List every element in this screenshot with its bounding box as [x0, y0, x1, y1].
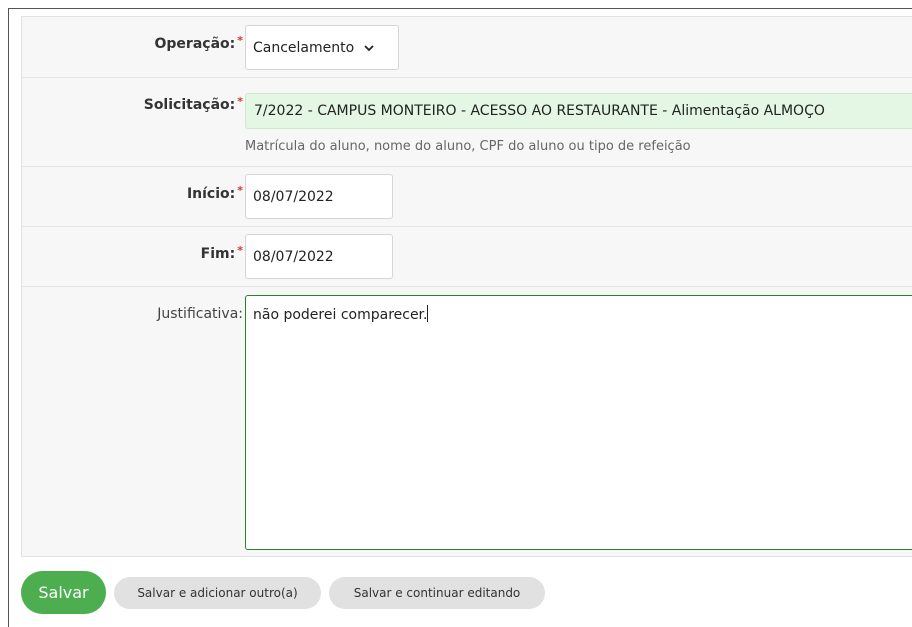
row-operacao: Operação: * Cancelamento [22, 17, 912, 78]
row-solicitacao: Solicitação: * 7/2022 - CAMPUS MONTEIRO -… [22, 78, 912, 167]
justificativa-label: Justificativa: [157, 306, 243, 322]
fim-label: Fim: * [200, 244, 243, 262]
required-mark: * [237, 244, 243, 257]
operacao-value: Cancelamento [253, 39, 355, 56]
fim-value: 08/07/2022 [253, 248, 334, 265]
solicitacao-help-text: Matrícula do aluno, nome do aluno, CPF d… [245, 139, 691, 154]
operacao-label-text: Operação: [154, 36, 236, 52]
fim-label-text: Fim: [200, 246, 236, 262]
solicitacao-value: 7/2022 - CAMPUS MONTEIRO - ACESSO AO RES… [254, 103, 825, 119]
required-mark: * [237, 95, 243, 108]
operacao-select[interactable]: Cancelamento [245, 25, 399, 70]
fim-date-input[interactable]: 08/07/2022 [245, 234, 393, 279]
justificativa-textarea[interactable]: não poderei comparecer. [245, 295, 912, 550]
form-container: Operação: * Cancelamento Solicitação: * 7/… [21, 16, 912, 557]
inicio-value: 08/07/2022 [253, 188, 334, 205]
chevron-down-icon [364, 44, 374, 51]
solicitacao-label: Solicitação: * [143, 95, 243, 113]
required-mark: * [237, 34, 243, 47]
save-button[interactable]: Salvar [21, 571, 106, 614]
operacao-label: Operação: * [154, 34, 244, 52]
solicitacao-autocomplete[interactable]: 7/2022 - CAMPUS MONTEIRO - ACESSO AO RES… [245, 93, 912, 129]
inicio-label: Início: * [186, 184, 243, 202]
inicio-label-text: Início: [186, 186, 236, 202]
row-fim: Fim: * 08/07/2022 [22, 227, 912, 287]
text-cursor [427, 305, 429, 322]
inicio-date-input[interactable]: 08/07/2022 [245, 174, 393, 219]
required-mark: * [237, 184, 243, 197]
solicitacao-label-text: Solicitação: [143, 97, 236, 113]
save-and-add-another-button[interactable]: Salvar e adicionar outro(a) [114, 577, 321, 609]
justificativa-value: não poderei comparecer. [253, 307, 428, 323]
save-and-continue-editing-button[interactable]: Salvar e continuar editando [329, 577, 545, 609]
row-inicio: Início: * 08/07/2022 [22, 167, 912, 227]
